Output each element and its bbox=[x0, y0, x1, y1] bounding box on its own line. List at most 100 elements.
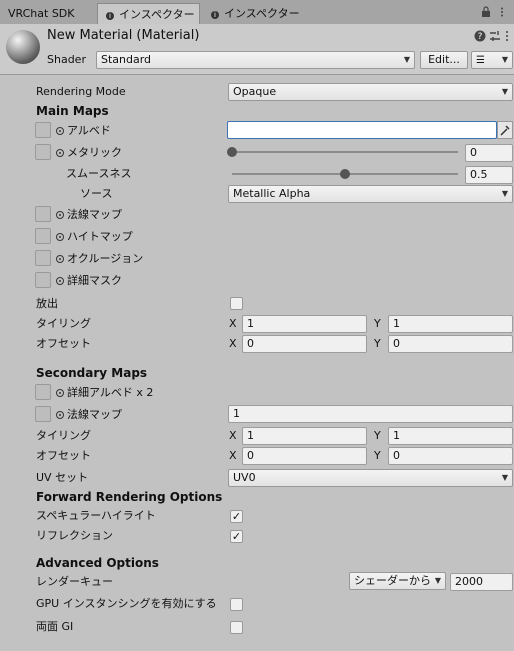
detail-albedo-label[interactable]: 詳細アルベド x 2 bbox=[56, 386, 153, 400]
render-queue-mode-value: シェーダーから bbox=[354, 574, 431, 587]
tab-menu-icon[interactable] bbox=[497, 7, 507, 17]
list-icon: ☰ bbox=[476, 55, 485, 66]
texture-picker-icon[interactable] bbox=[56, 277, 64, 285]
secondary-normal-scale-field[interactable]: 1 bbox=[228, 405, 513, 423]
metallic-label[interactable]: メタリック bbox=[56, 146, 122, 160]
metallic-slider-knob[interactable] bbox=[227, 147, 237, 157]
chevron-down-icon: ▼ bbox=[434, 576, 441, 585]
tab-inspector[interactable]: i インスペクター bbox=[203, 3, 313, 24]
info-icon: i bbox=[106, 12, 114, 20]
rendering-mode-value: Opaque bbox=[233, 85, 277, 98]
forward-rendering-heading: Forward Rendering Options bbox=[36, 490, 223, 504]
texture-picker-icon[interactable] bbox=[56, 127, 64, 135]
reflections-checkbox[interactable]: ✓ bbox=[230, 530, 243, 543]
albedo-label[interactable]: アルベド bbox=[56, 124, 111, 138]
axis-x-label: X bbox=[229, 337, 237, 350]
main-tiling-x-field[interactable]: 1 bbox=[242, 315, 367, 333]
secondary-normal-label[interactable]: 法線マップ bbox=[56, 408, 122, 422]
height-map-text: ハイトマップ bbox=[67, 230, 133, 243]
advanced-options-heading: Advanced Options bbox=[36, 556, 159, 570]
shader-dropdown[interactable]: Standard ▼ bbox=[96, 51, 415, 69]
secondary-normal-texture-slot[interactable] bbox=[35, 406, 51, 422]
texture-picker-icon[interactable] bbox=[56, 211, 64, 219]
secondary-offset-x-field[interactable]: 0 bbox=[242, 447, 367, 465]
double-sided-gi-label: 両面 GI bbox=[36, 620, 74, 633]
chevron-down-icon: ▼ bbox=[501, 87, 508, 96]
chevron-down-icon: ▼ bbox=[501, 189, 508, 198]
tab-inspector-label: インスペクター bbox=[224, 7, 300, 20]
axis-x-label: X bbox=[229, 449, 237, 462]
smoothness-label: スムースネス bbox=[66, 167, 132, 180]
shader-value: Standard bbox=[101, 53, 152, 66]
normal-map-label[interactable]: 法線マップ bbox=[56, 208, 122, 222]
tab-vrchat-sdk[interactable]: VRChat SDK bbox=[0, 3, 97, 24]
metallic-texture-slot[interactable] bbox=[35, 144, 51, 160]
albedo-text: アルベド bbox=[67, 124, 111, 137]
shader-label: Shader bbox=[47, 53, 86, 66]
secondary-tiling-label: タイリング bbox=[36, 429, 91, 442]
secondary-tiling-x-field[interactable]: 1 bbox=[242, 427, 367, 445]
albedo-color-field[interactable] bbox=[227, 121, 497, 139]
double-sided-gi-checkbox[interactable] bbox=[230, 621, 243, 634]
detail-mask-label[interactable]: 詳細マスク bbox=[56, 274, 122, 288]
chevron-down-icon: ▼ bbox=[403, 55, 410, 64]
more-options-icon[interactable] bbox=[504, 30, 512, 42]
axis-y-label: Y bbox=[374, 449, 381, 462]
svg-text:?: ? bbox=[478, 32, 483, 42]
height-map-label[interactable]: ハイトマップ bbox=[56, 230, 133, 244]
main-offset-y-field[interactable]: 0 bbox=[388, 335, 513, 353]
occlusion-texture-slot[interactable] bbox=[35, 250, 51, 266]
detail-albedo-texture-slot[interactable] bbox=[35, 384, 51, 400]
texture-picker-icon[interactable] bbox=[56, 149, 64, 157]
texture-picker-icon[interactable] bbox=[56, 233, 64, 241]
source-value: Metallic Alpha bbox=[233, 187, 311, 200]
tab-bar: VRChat SDK i インスペクター i インスペクター bbox=[0, 0, 514, 25]
occlusion-label[interactable]: オクルージョン bbox=[56, 252, 143, 266]
smoothness-value-field[interactable]: 0.5 bbox=[465, 166, 513, 184]
rendering-mode-dropdown[interactable]: Opaque ▼ bbox=[228, 83, 513, 101]
main-tiling-label: タイリング bbox=[36, 317, 91, 330]
shader-menu-button[interactable]: ☰ ▼ bbox=[471, 51, 513, 69]
render-queue-label: レンダーキュー bbox=[36, 575, 113, 588]
uv-set-label: UV セット bbox=[36, 471, 89, 484]
height-map-texture-slot[interactable] bbox=[35, 228, 51, 244]
axis-y-label: Y bbox=[374, 429, 381, 442]
main-offset-x-field[interactable]: 0 bbox=[242, 335, 367, 353]
metallic-text: メタリック bbox=[67, 146, 122, 159]
specular-highlights-label: スペキュラーハイライト bbox=[36, 509, 156, 522]
texture-picker-icon[interactable] bbox=[56, 255, 64, 263]
main-tiling-y-field[interactable]: 1 bbox=[388, 315, 513, 333]
secondary-tiling-y-field[interactable]: 1 bbox=[388, 427, 513, 445]
material-title: New Material (Material) bbox=[47, 28, 200, 43]
axis-x-label: X bbox=[229, 429, 237, 442]
metallic-slider-track[interactable] bbox=[232, 151, 458, 153]
uv-set-value: UV0 bbox=[233, 471, 256, 484]
metallic-value-field[interactable]: 0 bbox=[465, 144, 513, 162]
albedo-texture-slot[interactable] bbox=[35, 122, 51, 138]
source-dropdown[interactable]: Metallic Alpha ▼ bbox=[228, 185, 513, 203]
tab-inspector-active[interactable]: i インスペクター bbox=[97, 3, 200, 24]
main-maps-heading: Main Maps bbox=[36, 104, 109, 118]
emission-checkbox[interactable] bbox=[230, 297, 243, 310]
render-queue-value-field[interactable]: 2000 bbox=[450, 573, 513, 591]
preset-icon[interactable] bbox=[489, 30, 501, 42]
texture-picker-icon[interactable] bbox=[56, 389, 64, 397]
detail-mask-text: 詳細マスク bbox=[67, 274, 122, 287]
help-icon[interactable]: ? bbox=[474, 30, 486, 42]
specular-highlights-checkbox[interactable]: ✓ bbox=[230, 510, 243, 523]
gpu-instancing-checkbox[interactable] bbox=[230, 598, 243, 611]
axis-y-label: Y bbox=[374, 337, 381, 350]
detail-mask-texture-slot[interactable] bbox=[35, 272, 51, 288]
secondary-maps-heading: Secondary Maps bbox=[36, 366, 148, 380]
uv-set-dropdown[interactable]: UV0 ▼ bbox=[228, 469, 513, 487]
main-offset-label: オフセット bbox=[36, 337, 91, 350]
secondary-offset-y-field[interactable]: 0 bbox=[388, 447, 513, 465]
smoothness-slider-knob[interactable] bbox=[340, 169, 350, 179]
edit-shader-button[interactable]: Edit... bbox=[420, 51, 468, 69]
normal-map-texture-slot[interactable] bbox=[35, 206, 51, 222]
source-label: ソース bbox=[80, 187, 113, 200]
lock-icon[interactable] bbox=[481, 6, 491, 17]
eyedropper-icon[interactable] bbox=[497, 121, 513, 139]
render-queue-mode-dropdown[interactable]: シェーダーから ▼ bbox=[349, 572, 446, 590]
texture-picker-icon[interactable] bbox=[56, 411, 64, 419]
